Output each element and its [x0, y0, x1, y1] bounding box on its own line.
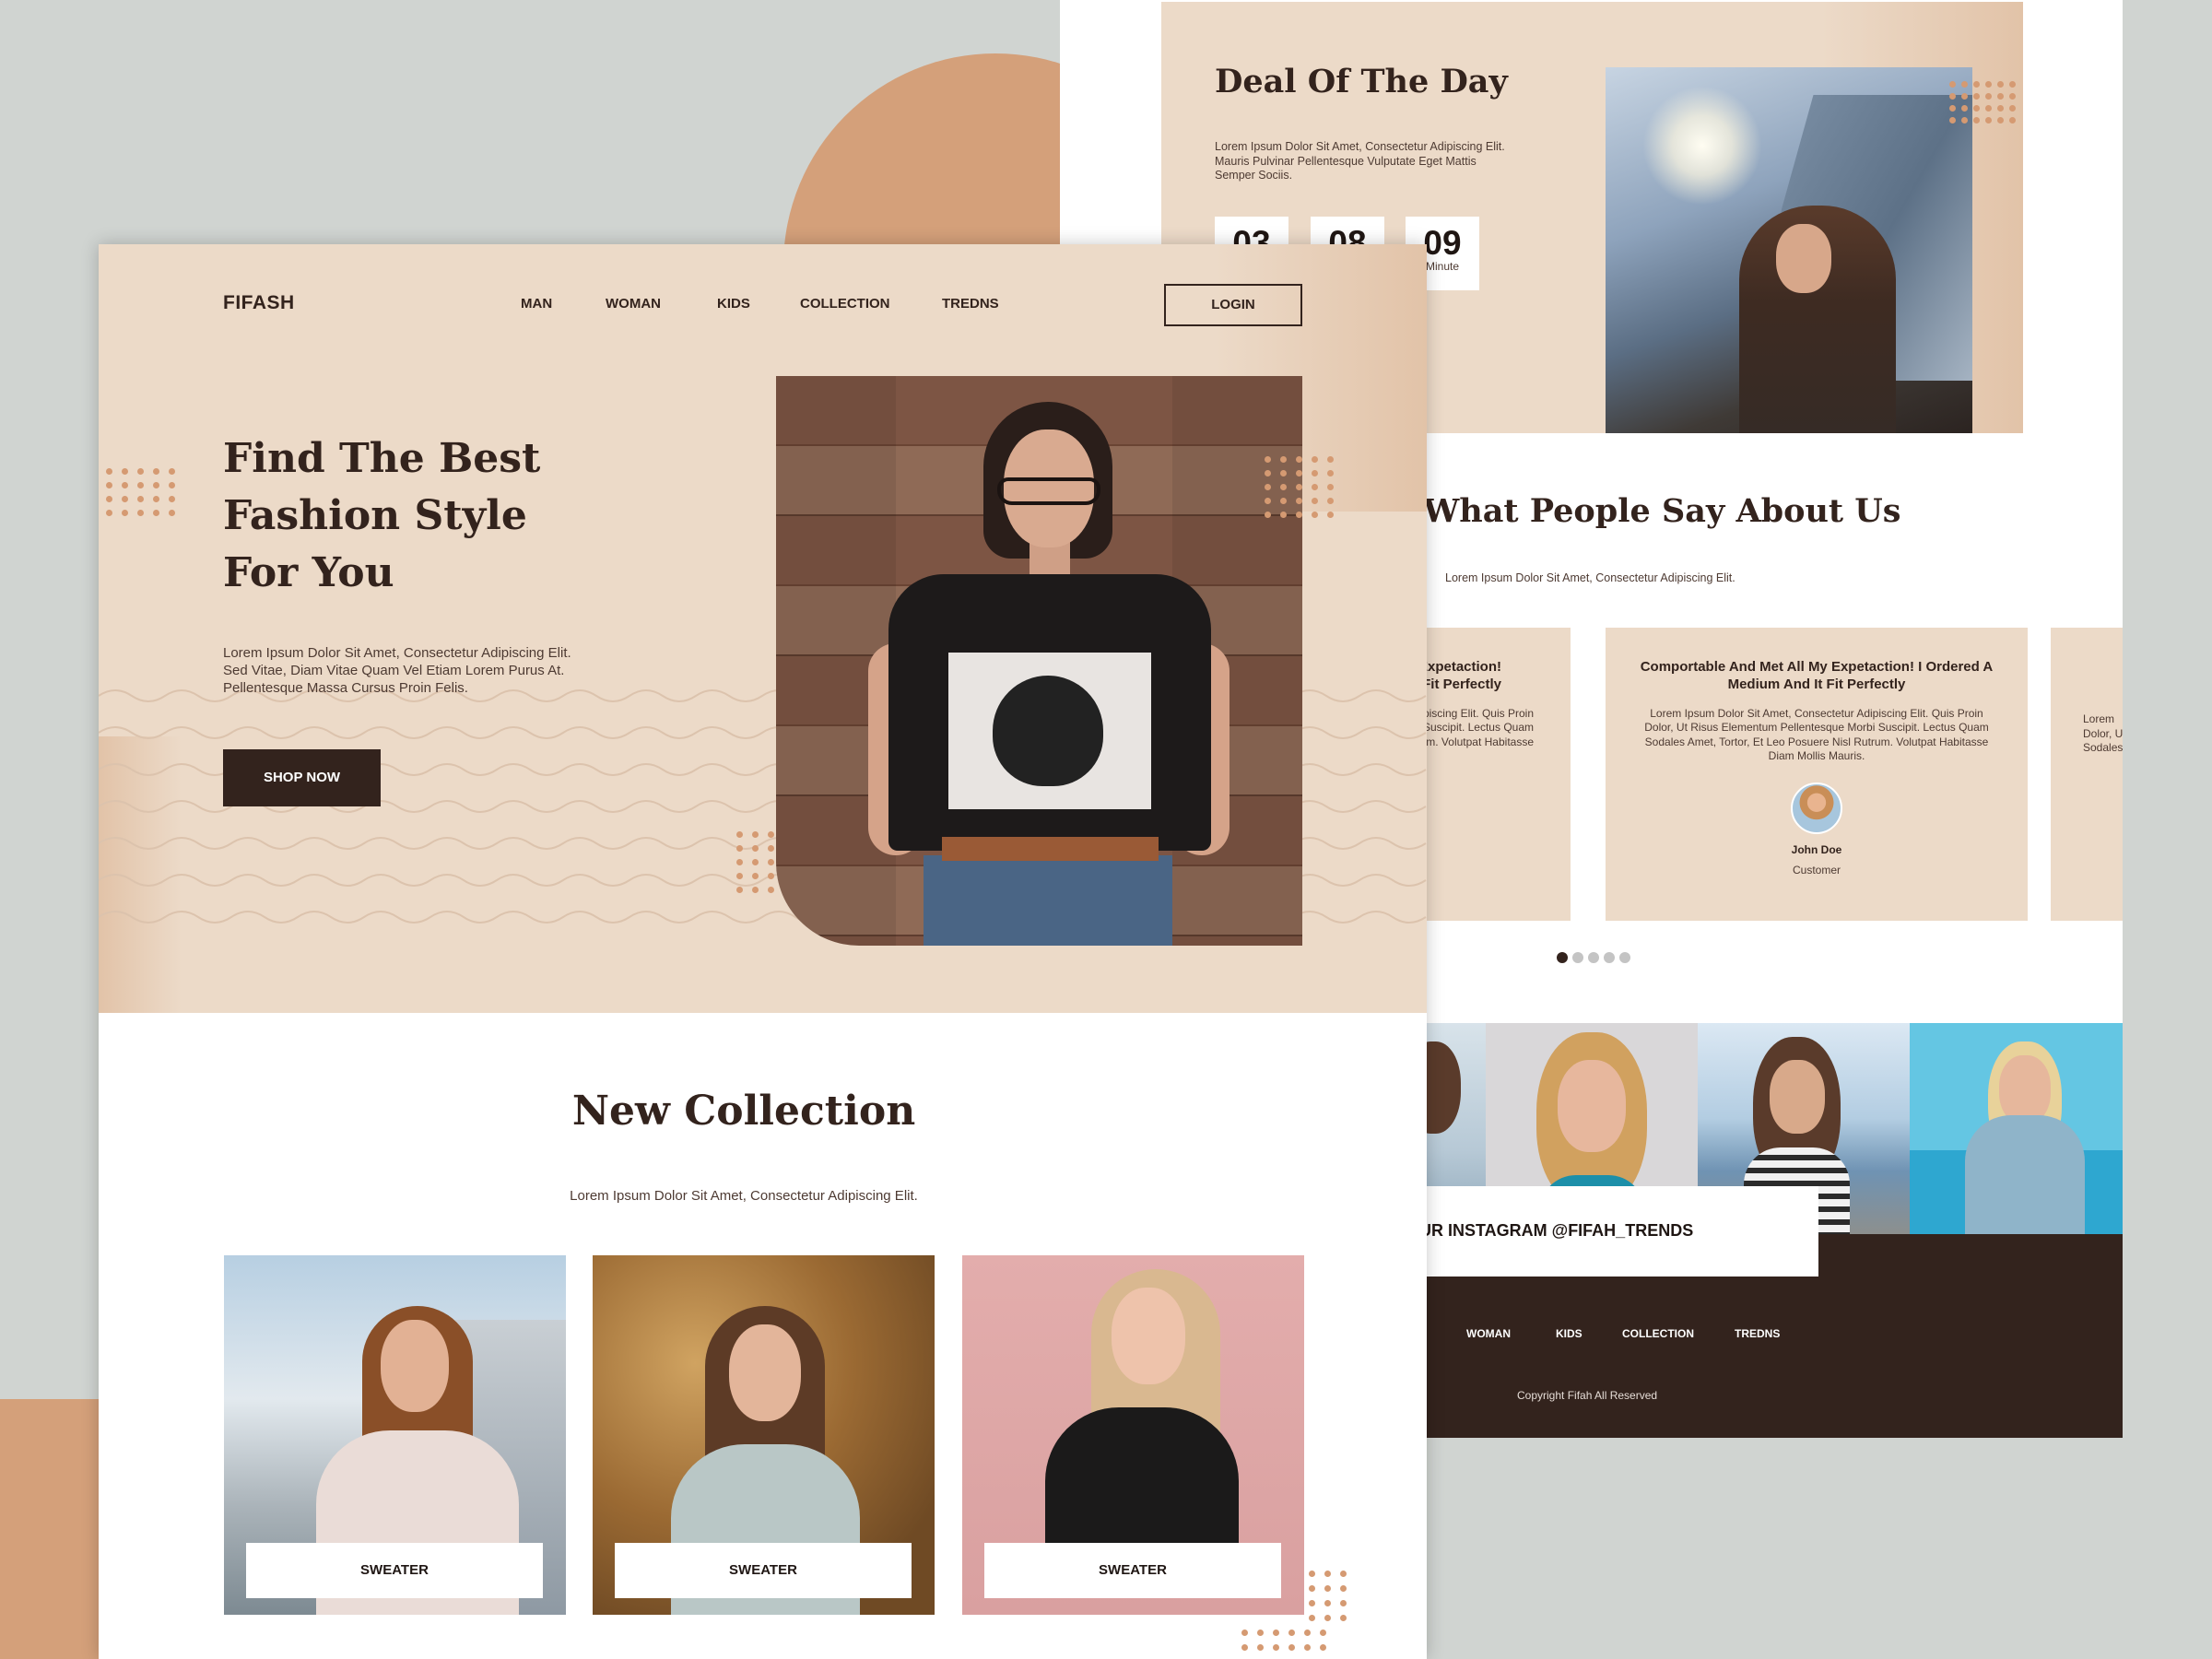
testimonial-card-next: Lorem Dolor, U Sodales	[2051, 628, 2123, 921]
login-button[interactable]: LOGIN	[1164, 284, 1302, 326]
product-card[interactable]: SWEATER	[962, 1255, 1304, 1615]
new-collection-title: New Collection	[571, 1088, 916, 1135]
dot-pattern	[1309, 1571, 1347, 1621]
customer-role: Customer	[1792, 863, 1841, 877]
testimonials-subtitle: Lorem Ipsum Dolor Sit Amet, Consectetur …	[1445, 571, 1735, 584]
main-page-mockup: FIFASH MAN WOMAN KIDS COLLECTION TREDNS …	[99, 244, 1427, 1659]
pager-dot[interactable]	[1572, 952, 1583, 963]
dot-pattern	[1265, 456, 1334, 518]
pager-dot[interactable]	[1557, 952, 1568, 963]
testimonial-heading: Comportable And Met All My Expetaction! …	[1640, 659, 1994, 692]
product-label[interactable]: SWEATER	[615, 1543, 912, 1598]
testimonial-text: Lorem Ipsum Dolor Sit Amet, Consectetur …	[1644, 706, 1989, 763]
copyright: Copyright Fifah All Reserved	[1517, 1389, 1658, 1402]
footer-nav-woman[interactable]: WOMAN	[1466, 1327, 1511, 1340]
dot-pattern	[1949, 81, 2016, 124]
pager-dot[interactable]	[1619, 952, 1630, 963]
deal-photo	[1606, 67, 1972, 433]
testimonial-card-prev: Expetaction! Fit Perfectly dipiscing Eli…	[1410, 628, 1571, 921]
testimonial-pager	[1557, 952, 1630, 963]
dot-pattern	[1241, 1630, 1326, 1651]
shop-now-button[interactable]: SHOP NOW	[223, 749, 381, 806]
deal-title: Deal Of The Day	[1215, 63, 1508, 100]
product-label[interactable]: SWEATER	[246, 1543, 543, 1598]
pager-dot[interactable]	[1588, 952, 1599, 963]
product-card[interactable]: SWEATER	[224, 1255, 566, 1615]
hero-section: FIFASH MAN WOMAN KIDS COLLECTION TREDNS …	[99, 244, 1427, 1013]
nav-kids[interactable]: KIDS	[717, 296, 750, 312]
customer-avatar	[1791, 782, 1842, 834]
nav-man[interactable]: MAN	[521, 296, 552, 312]
hero-description: Lorem Ipsum Dolor Sit Amet, Consectetur …	[223, 645, 571, 696]
nav-woman[interactable]: WOMAN	[606, 296, 661, 312]
footer-nav-trends[interactable]: TREDNS	[1735, 1327, 1780, 1340]
hero-headline: Find The Best Fashion Style For You	[223, 435, 541, 596]
footer-nav-kids[interactable]: KIDS	[1556, 1327, 1583, 1340]
instagram-photo[interactable]	[1910, 1023, 2123, 1235]
customer-name: John Doe	[1791, 842, 1842, 856]
hero-model-photo	[776, 376, 1302, 946]
nav-collection[interactable]: COLLECTION	[800, 296, 890, 312]
footer-nav-collection[interactable]: COLLECTION	[1622, 1327, 1694, 1340]
brand-logo[interactable]: FIFASH	[223, 292, 295, 314]
product-card[interactable]: SWEATER	[593, 1255, 935, 1615]
nav-trends[interactable]: TREDNS	[942, 296, 999, 312]
testimonial-card: Comportable And Met All My Expetaction! …	[1606, 628, 2028, 921]
testimonials-title: What People Say About Us	[1423, 492, 1901, 530]
dot-pattern	[106, 468, 175, 516]
deal-description: Lorem Ipsum Dolor Sit Amet, Consectetur …	[1215, 140, 1505, 182]
product-label[interactable]: SWEATER	[984, 1543, 1281, 1598]
pager-dot[interactable]	[1604, 952, 1615, 963]
new-collection-subtitle: Lorem Ipsum Dolor Sit Amet, Consectetur …	[570, 1188, 918, 1204]
